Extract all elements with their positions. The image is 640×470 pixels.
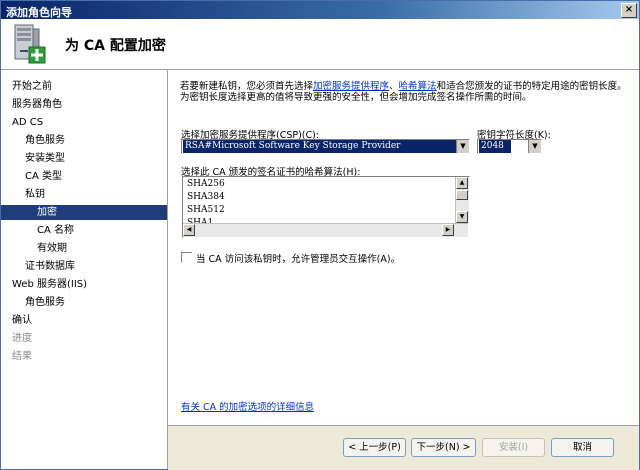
nav-label: 服务器角色 (12, 99, 62, 110)
scroll-right-icon[interactable]: ▶ (442, 224, 454, 236)
intro-text: 若要新建私钥，您必须首先选择加密服务提供程序、哈希算法和适合您颁发的证书的特定用… (180, 81, 628, 103)
install-button: 安装(I) (482, 438, 545, 457)
nav-label: Web 服务器(IIS) (12, 279, 88, 290)
crypto-options-help-link[interactable]: 有关 CA 的加密选项的详细信息 (181, 399, 314, 413)
nav-label: CA 类型 (25, 171, 63, 182)
title-bar[interactable]: 添加角色向导 × (1, 1, 639, 19)
allow-interaction-checkbox[interactable] (181, 252, 192, 263)
nav-item-progress: 进度 (1, 331, 167, 346)
nav-item-setup-type[interactable]: 安装类型 (1, 151, 167, 166)
nav-item-before-you-begin[interactable]: 开始之前 (1, 79, 167, 94)
window-title: 添加角色向导 (6, 6, 72, 19)
nav-label: 开始之前 (12, 81, 52, 92)
wizard-header: 为 CA 配置加密 (1, 19, 639, 70)
scroll-thumb[interactable] (456, 190, 468, 200)
list-item[interactable]: SHA256 (187, 178, 225, 190)
nav-item-role-services-iis[interactable]: 角色服务 (1, 295, 167, 310)
add-roles-wizard-window: 添加角色向导 × 为 CA 配置加密 开始之前 服务器角色 AD CS 角色服务… (0, 0, 640, 470)
wizard-nav: 开始之前 服务器角色 AD CS 角色服务 安装类型 CA 类型 私钥 加密 C… (1, 70, 168, 469)
nav-item-cryptography[interactable]: 加密 (1, 205, 167, 220)
next-button[interactable]: 下一步(N) > (411, 438, 476, 457)
list-item[interactable]: SHA512 (187, 204, 225, 216)
hash-algorithm-list[interactable]: SHA256 SHA384 SHA512 SHA1 ▲ ▼ ◀ ▶ (182, 176, 470, 238)
nav-item-private-key[interactable]: 私钥 (1, 187, 167, 202)
nav-label: 角色服务 (25, 297, 65, 308)
allow-interaction-label[interactable]: 当 CA 访问该私钥时，允许管理员交互操作(A)。 (196, 251, 400, 265)
vertical-scrollbar[interactable]: ▲ ▼ (455, 177, 469, 223)
scroll-up-icon[interactable]: ▲ (456, 177, 468, 189)
nav-label: CA 名称 (37, 225, 75, 236)
wizard-footer: < 上一步(P) 下一步(N) > 安装(I) 取消 (168, 425, 639, 470)
nav-item-ca-type[interactable]: CA 类型 (1, 169, 167, 184)
horizontal-scrollbar[interactable]: ◀ ▶ (183, 223, 468, 237)
csp-selected-value: RSA#Microsoft Software Key Storage Provi… (183, 140, 456, 153)
nav-label: 确认 (12, 315, 32, 326)
chevron-down-icon[interactable]: ▼ (528, 140, 541, 153)
nav-label: 安装类型 (25, 153, 65, 164)
nav-item-results: 结果 (1, 349, 167, 364)
nav-label: 私钥 (25, 189, 45, 200)
nav-item-ad-cs[interactable]: AD CS (1, 115, 167, 130)
nav-item-confirmation[interactable]: 确认 (1, 313, 167, 328)
nav-label: 加密 (37, 207, 57, 218)
nav-item-server-roles[interactable]: 服务器角色 (1, 97, 167, 112)
intro-part: 、 (389, 81, 399, 92)
chevron-down-icon[interactable]: ▼ (456, 140, 469, 153)
server-role-add-icon (14, 24, 46, 64)
nav-item-web-server-iis[interactable]: Web 服务器(IIS) (1, 277, 167, 292)
nav-item-role-services[interactable]: 角色服务 (1, 133, 167, 148)
nav-label: 结果 (12, 351, 32, 362)
list-item[interactable]: SHA384 (187, 191, 225, 203)
nav-item-ca-name[interactable]: CA 名称 (1, 223, 167, 238)
key-length-selected-value: 2048 (479, 140, 511, 153)
scroll-down-icon[interactable]: ▼ (456, 211, 468, 223)
csp-dropdown[interactable]: RSA#Microsoft Software Key Storage Provi… (181, 139, 470, 154)
intro-part: 若要新建私钥，您必须首先选择 (180, 81, 314, 92)
close-button[interactable]: × (621, 3, 637, 18)
wizard-content: 若要新建私钥，您必须首先选择加密服务提供程序、哈希算法和适合您颁发的证书的特定用… (168, 70, 639, 470)
nav-label: 进度 (12, 333, 32, 344)
back-button[interactable]: < 上一步(P) (343, 438, 406, 457)
scroll-left-icon[interactable]: ◀ (183, 224, 195, 236)
csp-help-link[interactable]: 加密服务提供程序 (313, 81, 389, 92)
cancel-button[interactable]: 取消 (551, 438, 614, 457)
hash-help-link[interactable]: 哈希算法 (399, 81, 437, 92)
nav-item-certificate-database[interactable]: 证书数据库 (1, 259, 167, 274)
nav-label: 证书数据库 (25, 261, 75, 272)
key-length-dropdown[interactable]: 2048 ▼ (477, 139, 542, 154)
nav-label: 角色服务 (25, 135, 65, 146)
nav-label: 有效期 (37, 243, 67, 254)
nav-label: AD CS (12, 117, 44, 128)
nav-item-validity-period[interactable]: 有效期 (1, 241, 167, 256)
page-title: 为 CA 配置加密 (65, 38, 166, 54)
